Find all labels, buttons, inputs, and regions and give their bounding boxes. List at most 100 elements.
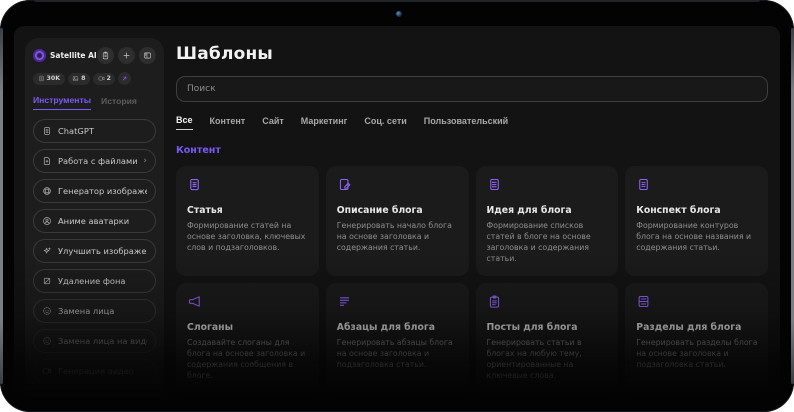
credit-badge-value: 8: [81, 75, 85, 82]
category-tab-label: Сайт: [262, 116, 284, 126]
category-tab-label: Соц. сети: [364, 116, 406, 126]
tool-item[interactable]: Улучшить изображение: [33, 239, 156, 263]
template-card[interactable]: Идея для блога Формирование списков стат…: [476, 166, 619, 276]
tablet-device-frame: Satellite AI: [0, 0, 794, 412]
tool-item-label: Улучшить изображение: [58, 246, 147, 256]
paragraph-icon: [337, 294, 352, 309]
doc-icon: [42, 126, 52, 136]
category-tab-label: Контент: [210, 116, 246, 126]
outline-icon: [636, 177, 651, 192]
avatar-icon: [42, 216, 52, 226]
category-tab[interactable]: Все: [176, 115, 193, 130]
device-top-edge: [34, 0, 760, 2]
template-card-description: Генерировать статьи в блогах на любую те…: [487, 337, 609, 381]
category-tab[interactable]: Сайт: [262, 115, 284, 130]
template-card-title: Слоганы: [187, 322, 309, 333]
template-card[interactable]: Конспект блога Формирование контуров бло…: [625, 166, 768, 276]
category-tab[interactable]: Пользовательский: [424, 115, 508, 130]
template-card-description: Генерировать разделы блога на основе заг…: [636, 337, 758, 370]
satellite-ai-logo-icon: [33, 49, 46, 62]
credit-badge-value: 30K: [47, 75, 61, 82]
tool-item[interactable]: Замена лица: [33, 299, 156, 323]
tool-item[interactable]: Аниме аватарки: [33, 209, 156, 233]
video-icon: [98, 75, 105, 82]
section-label: Контент: [176, 145, 768, 156]
template-card-title: Абзацы для блога: [337, 322, 459, 333]
face-icon: [42, 336, 52, 346]
credit-badge: 30K: [33, 73, 65, 85]
plus-icon: [122, 51, 131, 60]
sidebar-tab[interactable]: Инструменты: [33, 95, 91, 110]
chevron-right-icon: ›: [143, 157, 147, 166]
doc-icon: [38, 75, 45, 82]
category-tabs: Все Контент Сайт Маркетинг С: [176, 115, 768, 130]
img-icon: [72, 75, 79, 82]
enhance-icon: [42, 246, 52, 256]
badge-group: 30K 8 2: [33, 73, 115, 85]
template-card-title: Посты для блога: [487, 322, 609, 333]
pencil-icon: [337, 177, 352, 192]
arrow-up-right-icon: [121, 75, 128, 82]
tool-item[interactable]: ChatGPT: [33, 119, 156, 143]
template-card-title: Конспект блога: [636, 205, 758, 216]
sidebar-header-button[interactable]: [118, 47, 135, 64]
template-card-description: Генерировать начало блога на основе заго…: [337, 220, 459, 253]
credit-badge-value: 2: [107, 75, 111, 82]
sidebar-tab[interactable]: История: [101, 95, 137, 110]
template-card-description: Формирование контуров блога на основе на…: [636, 220, 758, 253]
video-icon: [42, 366, 52, 376]
category-tab[interactable]: Контент: [210, 115, 246, 130]
category-tab-label: Маркетинг: [301, 116, 348, 126]
upgrade-button[interactable]: [118, 72, 131, 85]
sidebar-tab-label: Инструменты: [33, 95, 91, 105]
credit-badges: 30K 8 2: [33, 72, 156, 85]
tool-item[interactable]: Работа с файлами ›: [33, 149, 156, 173]
sidebar-header-button[interactable]: [139, 47, 156, 64]
front-camera: [396, 11, 402, 17]
template-card[interactable]: Абзацы для блога Генерировать абзацы бло…: [326, 283, 469, 393]
brand-name: Satellite AI: [50, 51, 97, 60]
tool-item-label: Замена лица: [58, 306, 114, 316]
template-card[interactable]: Описание блога Генерировать начало блога…: [326, 166, 469, 276]
category-tab[interactable]: Соц. сети: [364, 115, 406, 130]
face-icon: [42, 306, 52, 316]
tool-item-label: Удаление фона: [58, 276, 126, 286]
template-card-description: Формирование списков статей в блоге на о…: [487, 220, 609, 264]
tools-list: ChatGPT Работа с файлами › Генератор изо…: [33, 119, 156, 383]
sphere-icon: [42, 186, 52, 196]
tool-item-label: Замена лица на видео: [58, 336, 147, 346]
crop-icon: [42, 276, 52, 286]
tool-item[interactable]: Генератор изображений: [33, 179, 156, 203]
tool-item[interactable]: Удаление фона: [33, 269, 156, 293]
sidebar-header-button[interactable]: [97, 47, 114, 64]
category-tab[interactable]: Маркетинг: [301, 115, 348, 130]
sidebar: Satellite AI: [25, 38, 164, 400]
template-card-title: Описание блога: [337, 205, 459, 216]
template-card-title: Идея для блога: [487, 205, 609, 216]
tool-item[interactable]: Генерация видео: [33, 359, 156, 383]
note-icon: [101, 51, 110, 60]
template-card[interactable]: Статья Формирование статей на основе заг…: [176, 166, 319, 276]
template-card[interactable]: Слоганы Создавайте слоганы для блога на …: [176, 283, 319, 393]
template-card[interactable]: Посты для блога Генерировать статьи в бл…: [476, 283, 619, 393]
template-card-description: Генерировать абзацы блога на основе заго…: [337, 337, 459, 370]
brand: Satellite AI: [33, 49, 97, 62]
megaphone-icon: [187, 294, 202, 309]
template-card-description: Формирование статей на основе заголовка,…: [187, 220, 309, 253]
template-card-description: Создавайте слоганы для блога на основе з…: [187, 337, 309, 381]
file-icon: [42, 156, 52, 166]
template-card-title: Разделы для блога: [636, 322, 758, 333]
template-card-title: Статья: [187, 205, 309, 216]
sidebar-header: Satellite AI: [33, 47, 156, 64]
list-icon: [487, 177, 502, 192]
category-tab-label: Пользовательский: [424, 116, 508, 126]
main-content: Шаблоны Все Контент Сайт: [176, 26, 768, 400]
clipboard-icon: [487, 294, 502, 309]
search-input[interactable]: [176, 76, 768, 102]
tool-item-label: Работа с файлами: [58, 156, 137, 166]
sidebar-tabs: Инструменты История: [33, 95, 156, 110]
tool-item[interactable]: Замена лица на видео: [33, 329, 156, 353]
template-card[interactable]: Разделы для блога Генерировать разделы б…: [625, 283, 768, 393]
device-left-edge: [0, 28, 3, 384]
doc-icon: [187, 177, 202, 192]
